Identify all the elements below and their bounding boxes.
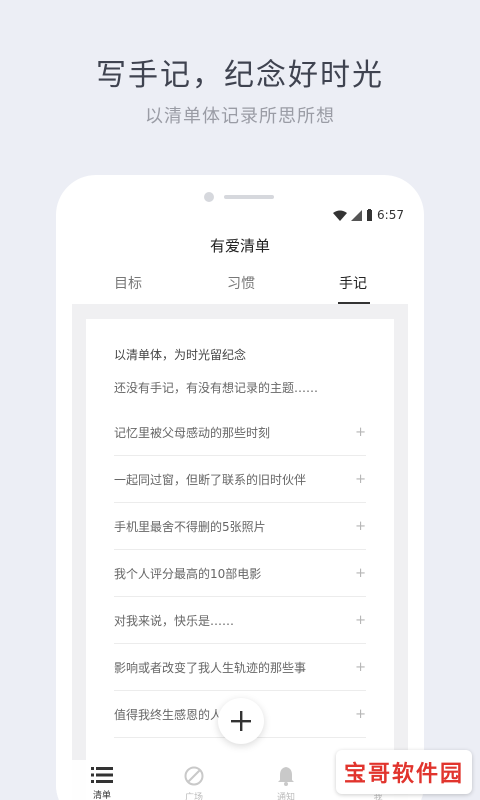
nav-item-notifications[interactable]: 通知 (256, 766, 316, 800)
list-item-label: 我个人评分最高的10部电影 (114, 566, 262, 581)
plaza-icon (184, 766, 204, 786)
nav-item-list[interactable]: 清单 (72, 766, 132, 800)
add-icon[interactable]: + (355, 472, 366, 487)
nav-item-plaza[interactable]: 广场 (164, 766, 224, 800)
tab-goals[interactable]: 目标 (114, 273, 142, 293)
tab-journal[interactable]: 手记 (339, 273, 367, 293)
empty-hint-text: 还没有手记，有没有想记录的主题…… (114, 380, 319, 395)
add-icon[interactable]: + (355, 707, 366, 722)
signal-icon (351, 209, 363, 221)
promo-subtitle: 以清单体记录所思所想 (145, 106, 335, 127)
nav-label: 通知 (276, 793, 295, 800)
add-icon[interactable]: + (355, 566, 366, 581)
list-item-label: 一起同过窗，但断了联系的旧时伙伴 (114, 472, 307, 487)
list-item[interactable]: 我个人评分最高的10部电影 + (114, 550, 366, 597)
speaker-slot (224, 195, 274, 199)
battery-icon (367, 209, 373, 221)
add-journal-button[interactable] (218, 698, 264, 744)
screen-title: 有爱清单 (209, 237, 270, 255)
add-icon[interactable]: + (355, 660, 366, 675)
promo-title: 写手记，纪念好时光 (96, 58, 384, 93)
list-item[interactable]: 记忆里被父母感动的那些时刻 + (114, 409, 366, 456)
status-time: 6:57 (377, 208, 404, 222)
list-item[interactable]: 对我来说，快乐是…… + (114, 597, 366, 644)
wifi-icon (333, 210, 348, 221)
add-icon[interactable]: + (355, 519, 366, 534)
list-item-label: 对我来说，快乐是…… (114, 613, 235, 628)
list-item[interactable]: 一起同过窗，但断了联系的旧时伙伴 + (114, 456, 366, 503)
list-item-label: 值得我终生感恩的人 (114, 707, 223, 722)
watermark-logo: 宝哥软件园 (336, 750, 472, 794)
add-icon[interactable]: + (355, 613, 366, 628)
bell-icon (278, 767, 294, 786)
list-item[interactable]: 影响或者改变了我人生轨迹的那些事 + (114, 644, 366, 691)
status-bar: 6:57 (333, 205, 404, 225)
list-item-label: 影响或者改变了我人生轨迹的那些事 (114, 660, 307, 675)
nav-label: 广场 (184, 793, 203, 800)
list-item-label: 手机里最舍不得删的5张照片 (114, 519, 266, 534)
tab-bar: 目标 习惯 手记 (72, 273, 408, 303)
phone-frame: 6:57 有爱清单 目标 习惯 手记 以清单体，为时光留纪念 还没有手记，有没有… (56, 175, 424, 800)
list-item[interactable]: 手机里最舍不得删的5张照片 + (114, 503, 366, 550)
list-item-label: 记忆里被父母感动的那些时刻 (114, 425, 271, 440)
list-icon (91, 767, 113, 783)
plus-icon (231, 711, 251, 731)
tab-habits[interactable]: 习惯 (227, 273, 255, 293)
nav-label: 清单 (92, 791, 111, 800)
camera-dot (204, 192, 214, 202)
add-icon[interactable]: + (355, 425, 366, 440)
